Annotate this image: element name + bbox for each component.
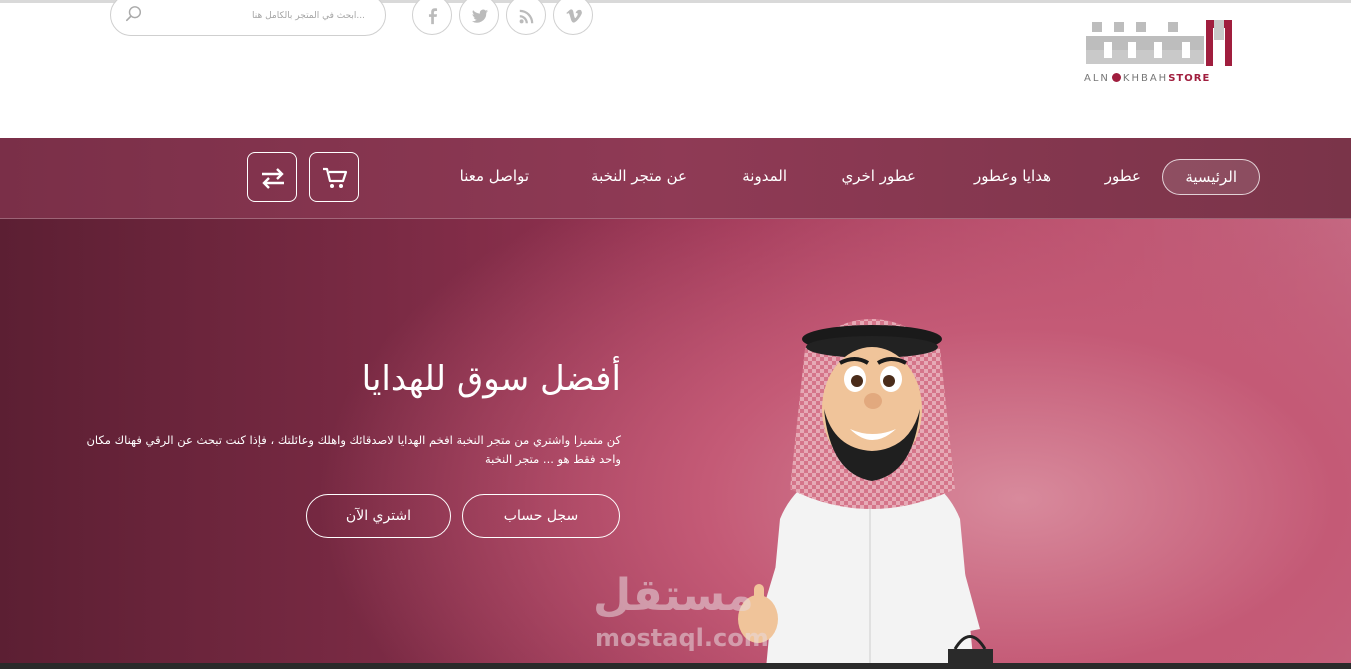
watermark: مستقل mostaql.com xyxy=(593,570,769,660)
twitter-link[interactable] xyxy=(459,0,499,35)
nav-item-contact[interactable]: تواصل معنا xyxy=(460,167,529,185)
logo-text: ALN KHBAHSTORE xyxy=(1084,73,1234,84)
vimeo-link[interactable] xyxy=(553,0,593,35)
nav-item-home[interactable]: الرئيسية xyxy=(1162,159,1260,195)
nav-item-perfumes[interactable]: عطور xyxy=(1105,167,1141,185)
rss-link[interactable] xyxy=(506,0,546,35)
logo-text-store: STORE xyxy=(1168,73,1211,84)
site-logo[interactable]: ALN KHBAHSTORE xyxy=(1084,18,1234,86)
search-input[interactable] xyxy=(151,1,367,31)
main-nav: الرئيسية عطور هدايا وعطور عطور اخري المد… xyxy=(0,138,1351,219)
logo-text-left: ALN xyxy=(1084,73,1110,84)
compare-arrows-icon xyxy=(262,168,284,189)
vimeo-icon xyxy=(566,9,583,23)
bottom-bar xyxy=(0,663,1351,669)
hero-title: أفضل سوق للهدايا xyxy=(361,359,621,399)
watermark-latin: mostaql.com xyxy=(595,624,769,652)
rss-icon xyxy=(519,9,534,24)
cart-icon xyxy=(323,167,348,188)
twitter-icon xyxy=(471,9,489,23)
logo-mark xyxy=(1086,20,1232,66)
logo-dot xyxy=(1111,73,1121,82)
nav-item-blog[interactable]: المدونة xyxy=(742,167,787,185)
facebook-link[interactable] xyxy=(412,0,452,35)
cart-button[interactable] xyxy=(309,152,359,202)
nav-item-gifts-perfumes[interactable]: هدايا وعطور xyxy=(974,167,1051,185)
logo-text-mid: KHBAH xyxy=(1122,73,1169,84)
nav-item-other-perfumes[interactable]: عطور اخري xyxy=(842,167,916,185)
compare-button[interactable] xyxy=(247,152,297,202)
hero-description: كن متميزا واشتري من متجر النخبة افخم اله… xyxy=(86,433,621,466)
buy-now-button[interactable]: اشتري الآن xyxy=(306,494,451,538)
search-icon[interactable] xyxy=(125,5,143,23)
facebook-icon xyxy=(428,8,438,25)
register-button[interactable]: سجل حساب xyxy=(462,494,620,538)
watermark-arabic: مستقل xyxy=(593,570,754,621)
mascot-illustration xyxy=(738,319,993,669)
search-box[interactable] xyxy=(110,0,386,36)
nav-item-about[interactable]: عن متجر النخبة xyxy=(591,167,687,185)
